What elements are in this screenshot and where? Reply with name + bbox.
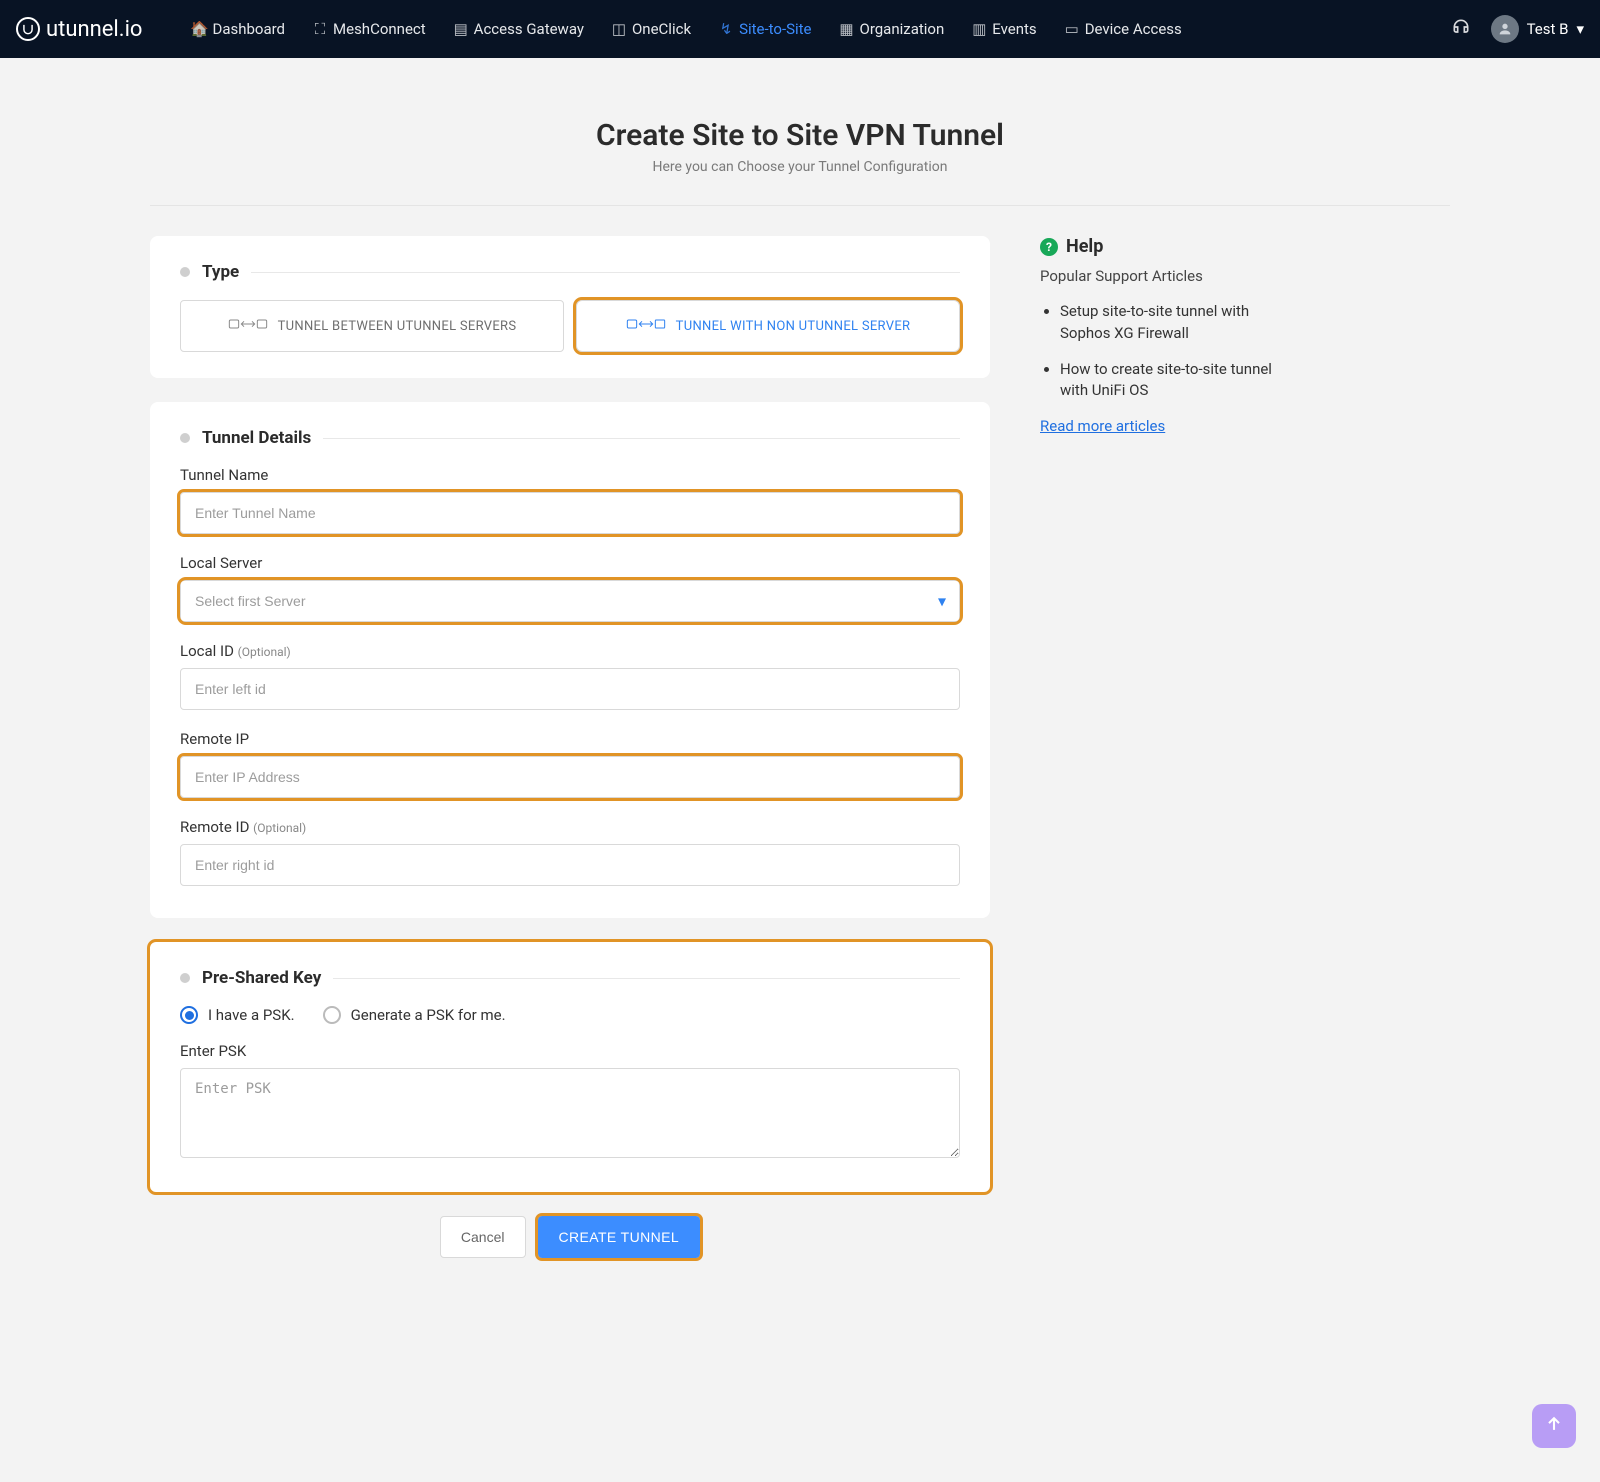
sitetosite-icon: ↯ [719, 22, 733, 36]
psk-have-radio[interactable]: I have a PSK. [180, 1006, 295, 1024]
create-tunnel-button[interactable]: CREATE TUNNEL [538, 1216, 701, 1258]
mesh-icon: ⛶ [313, 22, 327, 36]
nav-right: Test B ▾ [1451, 15, 1584, 43]
details-section-title: Tunnel Details [202, 428, 311, 448]
remote-ip-input[interactable] [180, 756, 960, 798]
tunnel-details-card: Tunnel Details Tunnel Name Local Server … [150, 402, 990, 918]
radio-unchecked-icon [323, 1006, 341, 1024]
brand-icon [16, 17, 40, 41]
help-article-item[interactable]: How to create site-to-site tunnel with U… [1060, 359, 1290, 403]
nav-items: 🏠 Dashboard ⛶ MeshConnect ▤ Access Gatew… [180, 12, 1193, 46]
nav-device-access[interactable]: ▭ Device Access [1053, 12, 1194, 46]
form-actions: Cancel CREATE TUNNEL [150, 1216, 990, 1258]
help-sidebar: ? Help Popular Support Articles Setup si… [1040, 236, 1290, 435]
page-header: Create Site to Site VPN Tunnel Here you … [150, 98, 1450, 206]
nav-events[interactable]: ▥ Events [960, 12, 1048, 46]
device-icon: ▭ [1065, 22, 1079, 36]
help-article-item[interactable]: Setup site-to-site tunnel with Sophos XG… [1060, 301, 1290, 345]
psk-textarea[interactable] [180, 1068, 960, 1158]
user-menu[interactable]: Test B ▾ [1491, 15, 1584, 43]
chevron-down-icon: ▾ [1576, 20, 1584, 38]
support-icon[interactable] [1451, 17, 1471, 41]
type-card: Type TUNNEL BETWEEN UTUNNEL SERVERS [150, 236, 990, 378]
nav-meshconnect[interactable]: ⛶ MeshConnect [301, 12, 438, 46]
section-marker-icon [180, 433, 190, 443]
help-article-list: Setup site-to-site tunnel with Sophos XG… [1040, 301, 1290, 402]
tunnel-name-input[interactable] [180, 492, 960, 534]
read-more-link[interactable]: Read more articles [1040, 417, 1165, 435]
org-icon: ▦ [840, 22, 854, 36]
remote-ip-label: Remote IP [180, 730, 960, 748]
local-id-label: Local ID (Optional) [180, 642, 960, 660]
gateway-icon: ▤ [454, 22, 468, 36]
page-subtitle: Here you can Choose your Tunnel Configur… [150, 159, 1450, 175]
enter-psk-label: Enter PSK [180, 1042, 960, 1060]
tunnel-name-label: Tunnel Name [180, 466, 960, 484]
main-column: Type TUNNEL BETWEEN UTUNNEL SERVERS [150, 236, 990, 1258]
local-id-input[interactable] [180, 668, 960, 710]
local-server-value[interactable] [180, 580, 960, 622]
nav-access-gateway[interactable]: ▤ Access Gateway [442, 12, 596, 46]
help-question-icon: ? [1040, 238, 1058, 256]
help-subtitle: Popular Support Articles [1040, 267, 1290, 285]
oneclick-icon: ◫ [612, 22, 626, 36]
scroll-to-top-button[interactable] [1532, 1404, 1576, 1448]
psk-card: Pre-Shared Key I have a PSK. Generate a … [150, 942, 990, 1192]
page-title: Create Site to Site VPN Tunnel [150, 118, 1450, 153]
brand-logo[interactable]: utunnel.io [16, 17, 142, 42]
help-title: ? Help [1040, 236, 1290, 257]
home-icon: 🏠 [192, 22, 206, 36]
user-name: Test B [1527, 20, 1569, 38]
type-section-title: Type [202, 262, 239, 282]
local-server-label: Local Server [180, 554, 960, 572]
servers-icon [228, 315, 268, 337]
nav-dashboard[interactable]: 🏠 Dashboard [180, 12, 297, 46]
brand-text: utunnel.io [46, 17, 142, 42]
nav-site-to-site[interactable]: ↯ Site-to-Site [707, 12, 823, 46]
radio-checked-icon [180, 1006, 198, 1024]
avatar-icon [1491, 15, 1519, 43]
remote-id-label: Remote ID (Optional) [180, 818, 960, 836]
type-utunnel-servers[interactable]: TUNNEL BETWEEN UTUNNEL SERVERS [180, 300, 564, 352]
arrow-up-icon [1544, 1414, 1564, 1438]
remote-id-input[interactable] [180, 844, 960, 886]
psk-generate-radio[interactable]: Generate a PSK for me. [323, 1006, 506, 1024]
type-non-utunnel-server[interactable]: TUNNEL WITH NON UTUNNEL SERVER [576, 300, 960, 352]
local-server-select[interactable]: ▾ [180, 580, 960, 622]
top-navbar: utunnel.io 🏠 Dashboard ⛶ MeshConnect ▤ A… [0, 0, 1600, 58]
section-marker-icon [180, 973, 190, 983]
server-external-icon [626, 315, 666, 337]
psk-section-title: Pre-Shared Key [202, 968, 321, 988]
cancel-button[interactable]: Cancel [440, 1216, 526, 1258]
events-icon: ▥ [972, 22, 986, 36]
nav-oneclick[interactable]: ◫ OneClick [600, 12, 703, 46]
section-marker-icon [180, 267, 190, 277]
nav-organization[interactable]: ▦ Organization [828, 12, 957, 46]
page: Create Site to Site VPN Tunnel Here you … [100, 58, 1500, 1338]
